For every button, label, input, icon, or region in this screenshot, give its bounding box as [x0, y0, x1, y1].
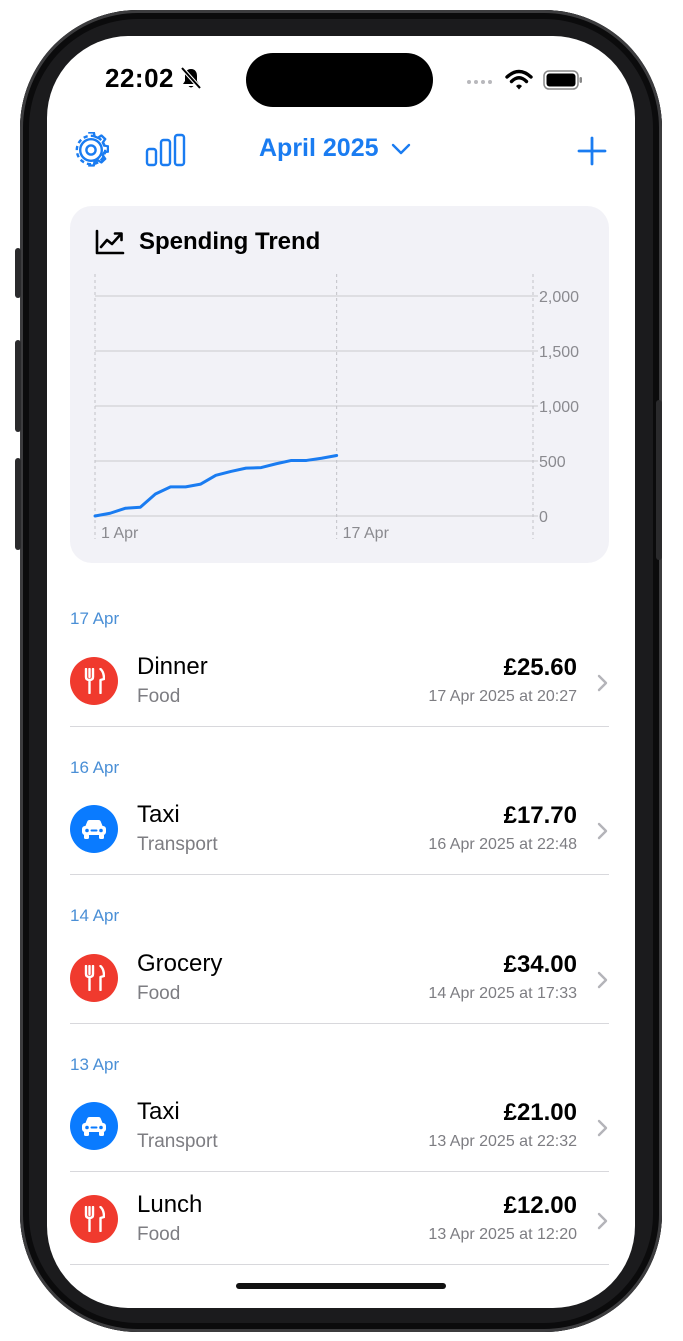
row-divider [70, 1023, 609, 1024]
chevron-right-icon [597, 822, 608, 840]
row-divider [70, 874, 609, 875]
wifi-icon [505, 69, 533, 90]
transaction-datetime: 17 Apr 2025 at 20:27 [428, 688, 577, 705]
y-tick-label: 0 [539, 509, 548, 526]
transaction-amount: £34.00 [503, 951, 577, 978]
transaction-category: Food [137, 686, 181, 707]
silent-bell-icon [180, 66, 202, 90]
home-indicator [236, 1283, 446, 1289]
action-button [15, 248, 21, 298]
month-selector[interactable]: April 2025 [259, 134, 411, 163]
chevron-down-icon [391, 143, 410, 154]
transaction-datetime: 14 Apr 2025 at 17:33 [428, 985, 577, 1002]
chevron-right-icon [597, 1212, 608, 1230]
y-tick-label: 1,000 [539, 399, 579, 416]
y-tick-label: 2,000 [539, 289, 579, 306]
car-icon [82, 820, 106, 839]
navigation-bar: April 2025 [47, 126, 635, 186]
dynamic-island [246, 53, 433, 107]
transaction-amount: £25.60 [503, 654, 577, 681]
transaction-amount: £17.70 [503, 802, 577, 829]
row-divider [70, 1264, 609, 1265]
transaction-datetime: 13 Apr 2025 at 12:20 [428, 1226, 577, 1243]
section-header: 14 Apr [70, 906, 120, 925]
transaction-title: Grocery [137, 950, 223, 977]
spending-trend-chart: 0 500 1,000 1,500 2,000 1 Apr 17 Apr [93, 274, 579, 542]
status-time: 22:02 [105, 63, 174, 93]
x-tick-label: 1 Apr [101, 525, 139, 542]
battery-icon [543, 70, 582, 90]
section-header: 17 Apr [70, 609, 120, 628]
volume-up-button [15, 340, 21, 432]
y-tick-label: 500 [539, 454, 566, 471]
chevron-right-icon [597, 674, 608, 692]
transaction-category: Transport [137, 834, 218, 855]
transaction-row[interactable]: Dinner Food £25.60 17 Apr 2025 at 20:27 [70, 638, 609, 726]
transaction-title: Taxi [137, 1098, 180, 1125]
power-button [656, 400, 662, 560]
transaction-datetime: 16 Apr 2025 at 22:48 [428, 836, 577, 853]
transaction-row[interactable]: Taxi Transport £21.00 13 Apr 2025 at 22:32 [70, 1083, 609, 1171]
transaction-category: Food [137, 1224, 181, 1245]
transaction-amount: £12.00 [503, 1192, 577, 1219]
y-tick-label: 1,500 [539, 344, 579, 361]
transaction-amount: £21.00 [503, 1099, 577, 1126]
category-icon-badge [70, 805, 118, 853]
series-line [93, 454, 339, 518]
fork-knife-icon [84, 1206, 105, 1232]
transaction-title: Lunch [137, 1191, 203, 1218]
chevron-right-icon [597, 1119, 608, 1137]
transaction-datetime: 13 Apr 2025 at 22:32 [428, 1133, 577, 1150]
bar-chart-icon[interactable] [145, 132, 187, 168]
transaction-row[interactable]: Grocery Food £34.00 14 Apr 2025 at 17:33 [70, 935, 609, 1023]
transaction-title: Dinner [137, 653, 208, 680]
category-icon-badge [70, 1102, 118, 1150]
row-divider [70, 1171, 609, 1172]
transaction-row[interactable]: Taxi Transport £17.70 16 Apr 2025 at 22:48 [70, 786, 609, 874]
fork-knife-icon [84, 965, 105, 991]
transaction-title: Taxi [137, 801, 180, 828]
category-icon-badge [70, 657, 118, 705]
gear-icon[interactable] [73, 132, 109, 168]
section-header: 16 Apr [70, 758, 120, 777]
cellular-signal-icon [467, 80, 492, 84]
month-label: April 2025 [259, 134, 379, 162]
category-icon-badge [70, 1195, 118, 1243]
transaction-category: Food [137, 983, 181, 1004]
fork-knife-icon [84, 668, 105, 694]
status-bar: 22:02 [47, 36, 635, 126]
spending-trend-card[interactable]: Spending Trend 0 500 1,000 1,500 2,000 1 Apr 1… [70, 206, 609, 563]
section-header: 13 Apr [70, 1055, 120, 1074]
category-icon-badge [70, 954, 118, 1002]
volume-down-button [15, 458, 21, 550]
transaction-row[interactable]: Lunch Food £12.00 13 Apr 2025 at 12:20 [70, 1176, 609, 1264]
row-divider [70, 726, 609, 727]
transaction-category: Transport [137, 1131, 218, 1152]
chevron-right-icon [597, 971, 608, 989]
car-icon [82, 1117, 106, 1136]
screen: 22:02 April 2025 Spending Trend 0 500 1,… [47, 36, 635, 1308]
x-tick-label: 17 Apr [343, 525, 390, 542]
add-icon[interactable] [577, 136, 607, 166]
